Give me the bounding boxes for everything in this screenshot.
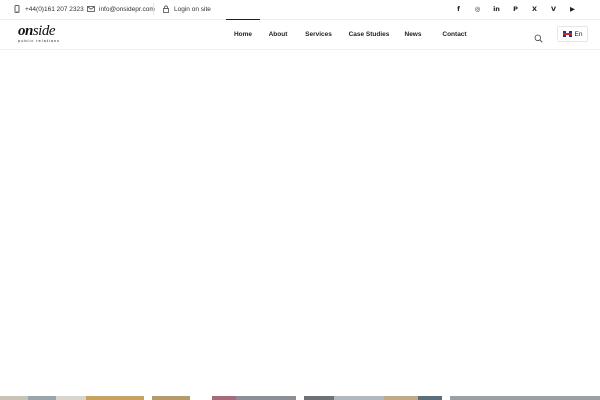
gallery-thumbnail[interactable] xyxy=(152,396,190,400)
gallery-thumbnail[interactable] xyxy=(86,396,144,400)
envelope-icon xyxy=(87,5,95,13)
gallery-thumbnail[interactable] xyxy=(28,396,56,400)
x-icon[interactable]: X xyxy=(525,4,544,14)
top-bar: +44(0)161 207 2323 info@onsidepr.com Log… xyxy=(0,0,600,19)
youtube-icon[interactable]: ▶ xyxy=(563,4,582,14)
phone-icon xyxy=(13,5,21,13)
phone-number[interactable]: +44(0)161 207 2323 xyxy=(25,6,84,13)
image-strip xyxy=(0,396,600,400)
vimeo-icon[interactable]: V xyxy=(544,4,563,14)
hero-area xyxy=(0,50,600,396)
nav-item-about[interactable]: About xyxy=(260,19,296,49)
language-switcher[interactable]: En xyxy=(557,26,588,42)
nav-item-home[interactable]: Home xyxy=(226,19,260,49)
gallery-gap xyxy=(296,396,304,400)
gallery-thumbnail[interactable] xyxy=(384,396,418,400)
gallery-thumbnail[interactable] xyxy=(0,396,28,400)
email-contact[interactable]: info@onsidepr.com xyxy=(87,5,155,13)
gallery-thumbnail[interactable] xyxy=(334,396,384,400)
lock-icon xyxy=(162,5,170,13)
email-address[interactable]: info@onsidepr.com xyxy=(99,6,155,13)
nav-item-services[interactable]: Services xyxy=(296,19,341,49)
logo-wordmark: onside xyxy=(18,23,56,39)
login-link[interactable]: Login on site xyxy=(162,5,211,13)
social-links: f ◎ in P X V ▶ xyxy=(449,4,582,14)
nav-item-contact[interactable]: Contact xyxy=(429,19,480,49)
gallery-thumbnail[interactable] xyxy=(236,396,296,400)
nav-item-news[interactable]: News xyxy=(397,19,429,49)
gallery-gap xyxy=(442,396,450,400)
logo-tagline: public relations xyxy=(18,39,60,43)
search-icon[interactable] xyxy=(534,30,543,43)
logo[interactable]: onside public relations xyxy=(18,23,78,44)
gallery-gap xyxy=(190,396,212,400)
language-label: En xyxy=(574,30,583,38)
gallery-thumbnail[interactable] xyxy=(450,396,600,400)
gallery-gap xyxy=(144,396,152,400)
nav-item-case-studies[interactable]: Case Studies xyxy=(341,19,397,49)
instagram-icon[interactable]: ◎ xyxy=(468,4,487,14)
facebook-icon[interactable]: f xyxy=(449,4,468,14)
gallery-thumbnail[interactable] xyxy=(304,396,334,400)
gallery-thumbnail[interactable] xyxy=(418,396,442,400)
uk-flag-icon xyxy=(562,31,572,37)
pinterest-icon[interactable]: P xyxy=(506,4,525,14)
linkedin-icon[interactable]: in xyxy=(487,4,506,14)
gallery-thumbnail[interactable] xyxy=(56,396,86,400)
gallery-thumbnail[interactable] xyxy=(212,396,236,400)
topbar-divider xyxy=(153,3,154,15)
login-label[interactable]: Login on site xyxy=(174,6,211,13)
phone-contact[interactable]: +44(0)161 207 2323 xyxy=(13,5,84,13)
main-nav: Home About Services Case Studies News Co… xyxy=(226,19,480,49)
